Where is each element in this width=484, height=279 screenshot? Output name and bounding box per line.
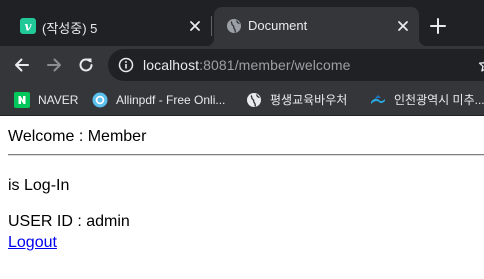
incheon-logo-icon — [371, 94, 385, 104]
url-path: :8081/member/welcome — [199, 57, 351, 73]
close-icon[interactable] — [187, 18, 203, 34]
tab-document[interactable]: Document — [206, 7, 427, 46]
bookmark-naver[interactable]: NAVER — [14, 84, 78, 115]
bookmark-label: 평생교육바우처 — [270, 93, 348, 107]
velog-v-icon: v — [20, 18, 36, 34]
horizontal-rule — [8, 154, 484, 156]
bookmark-lifelong-voucher[interactable]: 평생교육바우처 — [246, 84, 347, 115]
new-tab-plus-icon[interactable] — [429, 17, 447, 35]
tab-velog-draft[interactable]: v (작성중) 5 — [8, 7, 211, 46]
page-content: Welcome : Member is Log-In USER ID : adm… — [0, 117, 484, 279]
tab-title: Document — [248, 18, 308, 33]
close-icon[interactable] — [395, 18, 411, 34]
address-bar[interactable]: localhost:8081/member/welcome — [108, 49, 484, 81]
globe-icon — [247, 92, 261, 107]
bookmark-allinpdf[interactable]: Allinpdf - Free Onli... — [92, 84, 225, 115]
tab-separator — [211, 16, 212, 36]
tab-strip: v (작성중) 5 Document — [0, 0, 484, 46]
info-icon[interactable] — [118, 57, 134, 73]
page-heading: Welcome : Member — [8, 128, 147, 145]
globe-icon — [227, 19, 241, 33]
naver-n-icon — [14, 91, 30, 108]
bookmark-incheon[interactable]: 인천광역시 미추... — [370, 84, 484, 115]
back-arrow-icon[interactable] — [12, 55, 32, 75]
bookmark-label: Allinpdf - Free Onli... — [116, 92, 226, 107]
bookmarks-bar: NAVER Allinpdf - Free Onli... 평생교육바우처 인천… — [0, 84, 484, 116]
user-id-text: USER ID : admin — [8, 213, 130, 230]
bookmark-label: 인천광역시 미추... — [394, 93, 484, 107]
logout-link[interactable]: Logout — [8, 234, 57, 252]
browser-toolbar: localhost:8081/member/welcome — [0, 46, 484, 84]
svg-text:v: v — [25, 20, 33, 34]
bookmark-label: NAVER — [38, 92, 79, 107]
url-text[interactable]: localhost:8081/member/welcome — [143, 57, 351, 73]
login-status-text: is Log-In — [8, 177, 70, 194]
reload-icon[interactable] — [76, 55, 96, 75]
star-icon[interactable] — [478, 57, 484, 73]
url-host: localhost — [143, 57, 200, 73]
allinpdf-icon — [92, 92, 108, 107]
forward-arrow-icon[interactable] — [44, 55, 64, 75]
tab-title: (작성중) 5 — [42, 21, 98, 36]
